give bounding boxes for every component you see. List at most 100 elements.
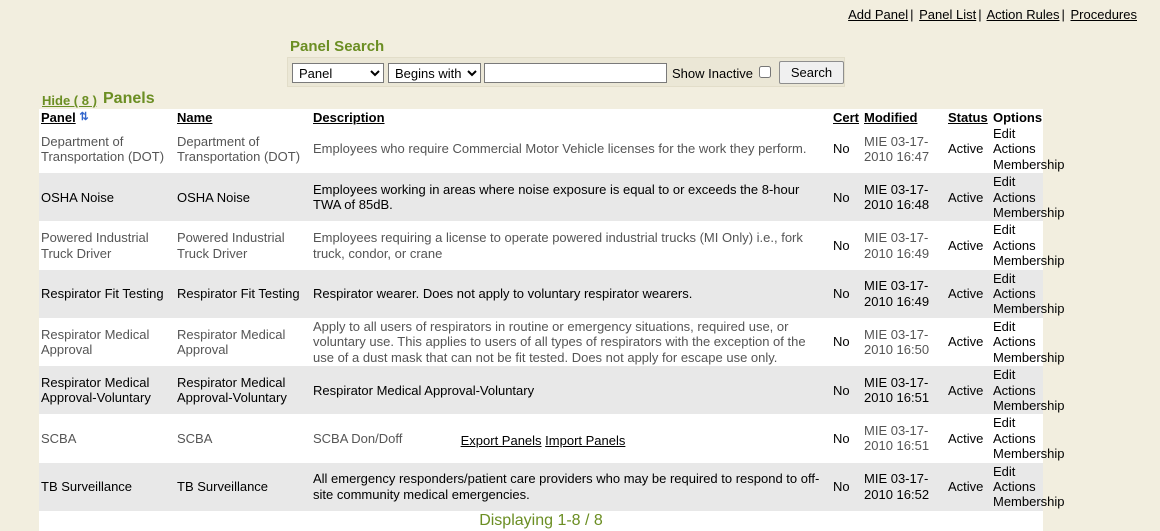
sort-name-link[interactable]: Name bbox=[177, 110, 212, 125]
sort-modified-link[interactable]: Modified bbox=[864, 110, 917, 125]
import-panels-link[interactable]: Import Panels bbox=[545, 433, 625, 448]
add-panel-link[interactable]: Add Panel bbox=[848, 7, 908, 22]
options-cell: Edit Actions Membership bbox=[991, 173, 1065, 222]
cert-cell: No bbox=[831, 317, 862, 367]
actions-link[interactable]: Actions bbox=[993, 286, 1036, 301]
column-header-panel: Panel ⇅ bbox=[39, 109, 175, 125]
search-input[interactable] bbox=[484, 63, 667, 83]
nav-separator: | bbox=[910, 7, 914, 22]
options-cell: Edit Actions Membership bbox=[991, 462, 1065, 511]
name-cell: Respirator Medical Approval bbox=[175, 317, 311, 367]
table-row: TB Surveillance TB Surveillance All emerge… bbox=[39, 462, 1065, 511]
description-cell: Employees requiring a license to operate… bbox=[311, 221, 831, 270]
panel-cell: Department of Transportation (DOT) bbox=[39, 125, 175, 174]
export-panels-link[interactable]: Export Panels bbox=[461, 433, 542, 448]
edit-link[interactable]: Edit bbox=[993, 271, 1015, 286]
nav-separator: | bbox=[1061, 7, 1065, 22]
table-row: Respirator Medical Approval Respirator Me… bbox=[39, 317, 1065, 367]
edit-link[interactable]: Edit bbox=[993, 367, 1015, 382]
name-cell: OSHA Noise bbox=[175, 173, 311, 222]
description-cell: Employees who require Commercial Motor V… bbox=[311, 125, 831, 174]
edit-link[interactable]: Edit bbox=[993, 415, 1015, 430]
table-row: Respirator Medical Approval-Voluntary Res… bbox=[39, 366, 1065, 415]
membership-link[interactable]: Membership bbox=[993, 350, 1065, 365]
cert-cell: No bbox=[831, 173, 862, 222]
edit-link[interactable]: Edit bbox=[993, 222, 1015, 237]
cert-cell: No bbox=[831, 221, 862, 270]
table-row: OSHA Noise OSHA Noise Employees working in… bbox=[39, 173, 1065, 222]
membership-link[interactable]: Membership bbox=[993, 205, 1065, 220]
membership-link[interactable]: Membership bbox=[993, 157, 1065, 172]
table-header-row: Panel ⇅ Name Description Cert Modified S… bbox=[39, 109, 1043, 125]
status-cell: Active bbox=[946, 173, 991, 222]
edit-link[interactable]: Edit bbox=[993, 319, 1015, 334]
description-cell: All emergency responders/patient care pr… bbox=[311, 462, 831, 511]
actions-link[interactable]: Actions bbox=[993, 141, 1036, 156]
actions-link[interactable]: Actions bbox=[993, 479, 1036, 494]
search-field-select[interactable]: Panel bbox=[292, 63, 384, 83]
options-cell: Edit Actions Membership bbox=[991, 317, 1065, 367]
panel-list-link[interactable]: Panel List bbox=[919, 7, 976, 22]
column-header-modified: Modified bbox=[862, 109, 946, 125]
sort-description-link[interactable]: Description bbox=[313, 110, 385, 125]
search-operator-select[interactable]: Begins with bbox=[388, 63, 481, 83]
bottom-links: Export Panels Import Panels bbox=[0, 433, 1086, 448]
panel-search-title: Panel Search bbox=[290, 38, 385, 55]
column-header-name: Name bbox=[175, 109, 311, 125]
cert-cell: No bbox=[831, 125, 862, 174]
modified-cell: MIE 03-17-2010 16:49 bbox=[862, 269, 946, 318]
membership-link[interactable]: Membership bbox=[993, 301, 1065, 316]
membership-link[interactable]: Membership bbox=[993, 398, 1065, 413]
name-cell: TB Surveillance bbox=[175, 462, 311, 511]
panel-search-form: Panel Begins with Show Inactive Search bbox=[287, 57, 845, 87]
nav-separator: | bbox=[978, 7, 982, 22]
column-header-cert: Cert bbox=[831, 109, 862, 125]
top-navigation: Add Panel | Panel List | Action Rules | Pro… bbox=[848, 7, 1137, 22]
name-cell: Department of Transportation (DOT) bbox=[175, 125, 311, 174]
description-cell: Respirator wearer. Does not apply to vol… bbox=[311, 269, 831, 318]
cert-cell: No bbox=[831, 366, 862, 415]
edit-link[interactable]: Edit bbox=[993, 126, 1015, 141]
procedures-link[interactable]: Procedures bbox=[1071, 7, 1137, 22]
name-cell: Powered Industrial Truck Driver bbox=[175, 221, 311, 270]
sort-arrow-icon[interactable]: ⇅ bbox=[79, 111, 88, 123]
modified-cell: MIE 03-17-2010 16:52 bbox=[862, 462, 946, 511]
modified-cell: MIE 03-17-2010 16:47 bbox=[862, 125, 946, 174]
sort-status-link[interactable]: Status bbox=[948, 110, 988, 125]
actions-link[interactable]: Actions bbox=[993, 190, 1036, 205]
actions-link[interactable]: Actions bbox=[993, 383, 1036, 398]
membership-link[interactable]: Membership bbox=[993, 494, 1065, 509]
options-cell: Edit Actions Membership bbox=[991, 366, 1065, 415]
hide-panels-link[interactable]: Hide ( 8 ) bbox=[42, 93, 97, 108]
sort-cert-link[interactable]: Cert bbox=[833, 110, 859, 125]
table-row: Department of Transportation (DOT) Depart… bbox=[39, 125, 1065, 174]
modified-cell: MIE 03-17-2010 16:51 bbox=[862, 366, 946, 415]
status-cell: Active bbox=[946, 269, 991, 318]
options-cell: Edit Actions Membership bbox=[991, 269, 1065, 318]
edit-link[interactable]: Edit bbox=[993, 464, 1015, 479]
panel-cell: Powered Industrial Truck Driver bbox=[39, 221, 175, 270]
options-cell: Edit Actions Membership bbox=[991, 221, 1065, 270]
sort-panel-link[interactable]: Panel bbox=[41, 110, 76, 125]
panel-cell: Respirator Medical Approval bbox=[39, 317, 175, 367]
actions-link[interactable]: Actions bbox=[993, 238, 1036, 253]
cert-cell: No bbox=[831, 462, 862, 511]
name-cell: Respirator Medical Approval-Voluntary bbox=[175, 366, 311, 415]
status-cell: Active bbox=[946, 366, 991, 415]
description-cell: Apply to all users of respirators in rou… bbox=[311, 317, 831, 367]
column-header-status: Status bbox=[946, 109, 991, 125]
action-rules-link[interactable]: Action Rules bbox=[987, 7, 1060, 22]
panels-title: Panels bbox=[103, 90, 155, 107]
show-inactive-checkbox[interactable] bbox=[759, 66, 771, 78]
description-cell: Respirator Medical Approval-Voluntary bbox=[311, 366, 831, 415]
actions-link[interactable]: Actions bbox=[993, 334, 1036, 349]
status-cell: Active bbox=[946, 221, 991, 270]
status-cell: Active bbox=[946, 462, 991, 511]
membership-link[interactable]: Membership bbox=[993, 253, 1065, 268]
column-header-description: Description bbox=[311, 109, 831, 125]
edit-link[interactable]: Edit bbox=[993, 174, 1015, 189]
membership-link[interactable]: Membership bbox=[993, 446, 1065, 461]
panels-table: Panel ⇅ Name Description Cert Modified S… bbox=[39, 109, 1065, 511]
status-cell: Active bbox=[946, 317, 991, 367]
search-button[interactable]: Search bbox=[779, 61, 844, 84]
